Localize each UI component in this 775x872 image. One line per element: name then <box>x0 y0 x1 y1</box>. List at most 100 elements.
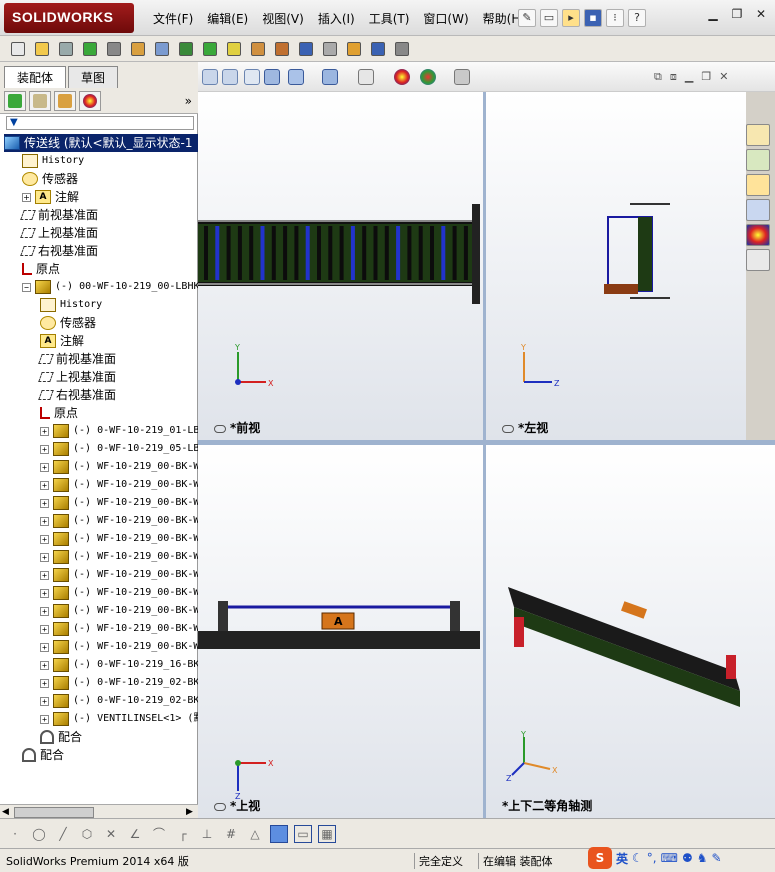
ime-language[interactable]: 英 <box>616 850 628 867</box>
save-icon[interactable]: ▪ <box>584 9 602 27</box>
expand-toggle-icon[interactable]: + <box>40 480 49 490</box>
viewport-minimize-icon[interactable]: ▁ <box>685 70 693 84</box>
tree-item[interactable]: History <box>40 296 102 314</box>
angle-icon[interactable]: ∠ <box>126 825 144 843</box>
viewport-top[interactable]: A Z X *上视 <box>198 445 483 818</box>
grid-icon[interactable]: # <box>222 825 240 843</box>
view-cube-icon[interactable] <box>270 824 288 843</box>
view-settings-icon[interactable] <box>454 69 470 85</box>
previous-view-icon[interactable] <box>244 69 260 85</box>
expand-toggle-icon[interactable]: + <box>40 660 49 670</box>
tree-item[interactable]: + (-) VENTILINSEL<1> (默 <box>40 710 198 728</box>
expand-toggle-icon[interactable]: + <box>40 678 49 688</box>
polygon-icon[interactable]: ⬡ <box>78 825 96 843</box>
viewport-split-icon[interactable]: ⧉ <box>654 70 662 84</box>
menu-item[interactable]: 文件(F) <box>146 8 200 28</box>
scroll-right-icon[interactable]: ▶ <box>186 807 193 817</box>
expand-toggle-icon[interactable]: + <box>40 696 49 706</box>
expand-toggle-icon[interactable]: + <box>40 588 49 598</box>
tree-item[interactable]: + (-) 0-WF-10-219_01-LBK <box>40 422 198 440</box>
tree-item[interactable]: 前视基准面 <box>20 206 98 224</box>
view-orientation-icon[interactable] <box>288 69 304 85</box>
apply-scene-icon[interactable] <box>420 69 436 85</box>
close-icon[interactable]: ✕ <box>752 6 770 22</box>
corner-icon[interactable]: ┌ <box>174 825 192 843</box>
tree-item[interactable]: + (-) WF-10-219_00-BK-WT <box>40 494 198 512</box>
property-manager-icon[interactable] <box>29 90 51 111</box>
trim-icon[interactable]: ✕ <box>102 825 120 843</box>
tree-item[interactable]: 配合 <box>40 728 82 746</box>
tree-item[interactable]: 配合 <box>22 746 64 764</box>
interference-icon[interactable] <box>272 39 292 59</box>
show-hidden-icon[interactable] <box>176 39 196 59</box>
feature-manager-icon[interactable] <box>4 90 26 111</box>
reference-geometry-icon[interactable] <box>224 39 244 59</box>
tree-item[interactable]: + (-) 0-WF-10-219_16-BK- <box>40 656 198 674</box>
triangle-icon[interactable]: △ <box>246 825 264 843</box>
expand-toggle-icon[interactable]: + <box>40 462 49 472</box>
attach-icon[interactable] <box>56 39 76 59</box>
tree-item[interactable]: + (-) WF-10-219_00-BK-WT <box>40 548 198 566</box>
tree-item[interactable]: + (-) 0-WF-10-219_02-BK- <box>40 692 198 710</box>
tree-item[interactable]: + (-) WF-10-219_00-BK-WT <box>40 584 198 602</box>
tree-item[interactable]: 上视基准面 <box>38 368 116 386</box>
ime-punct-icon[interactable]: °, <box>647 851 657 865</box>
ime-moon-icon[interactable]: ☾ <box>632 851 643 865</box>
dimension-icon[interactable]: ⊥ <box>198 825 216 843</box>
table-layout-icon[interactable]: ▦ <box>318 824 336 843</box>
explode-line-icon[interactable] <box>320 39 340 59</box>
home-icon[interactable] <box>746 124 770 146</box>
move-component-icon[interactable] <box>152 39 172 59</box>
tree-item[interactable]: 右视基准面 <box>20 242 98 260</box>
expand-toggle-icon[interactable]: + <box>40 714 49 724</box>
tree-item[interactable]: + A 注解 <box>22 188 79 206</box>
new-part-icon[interactable] <box>8 39 28 59</box>
ime-tools-icon[interactable]: ✎ <box>711 851 721 865</box>
mate-icon[interactable] <box>104 39 124 59</box>
tree-item[interactable]: 原点 <box>22 260 60 278</box>
smart-fasteners-icon[interactable] <box>128 39 148 59</box>
tree-item[interactable]: + (-) WF-10-219_00-BK-WT <box>40 620 198 638</box>
window-layout-icon[interactable]: ▭ <box>294 824 312 843</box>
tab-sketch[interactable]: 草图 <box>68 66 119 88</box>
fillet-icon[interactable]: ⌒ <box>150 825 168 843</box>
viewport-front[interactable]: Y X *前视 <box>198 92 483 440</box>
viewport-close-icon[interactable]: ✕ <box>719 70 728 84</box>
menu-item[interactable]: 插入(I) <box>311 8 362 28</box>
scroll-thumb[interactable] <box>14 807 94 818</box>
file-explorer-icon[interactable] <box>746 174 770 196</box>
tree-item[interactable]: 右视基准面 <box>38 386 116 404</box>
tab-assembly[interactable]: 装配体 <box>4 66 67 88</box>
menu-item[interactable]: 窗口(W) <box>416 8 475 28</box>
tree-item[interactable]: History <box>22 152 84 170</box>
tree-item[interactable]: 上视基准面 <box>20 224 98 242</box>
tree-item[interactable]: 原点 <box>40 404 78 422</box>
viewport-restore-icon[interactable]: ❐ <box>701 70 711 84</box>
tree-item[interactable]: 传感器 <box>40 314 96 332</box>
exploded-view-icon[interactable] <box>248 39 268 59</box>
viewport-link-icon[interactable]: ⧈ <box>670 70 677 84</box>
insert-components-icon[interactable] <box>80 39 100 59</box>
display-manager-icon[interactable] <box>79 90 101 111</box>
custom-properties-icon[interactable] <box>746 249 770 271</box>
expand-toggle-icon[interactable]: − <box>22 282 31 292</box>
make-assembly-icon[interactable] <box>32 39 52 59</box>
new-document-icon[interactable]: ▭ <box>540 9 558 27</box>
tree-filter-icon[interactable]: ▼ <box>6 116 194 130</box>
speedpak-icon[interactable] <box>392 39 412 59</box>
appearances-icon[interactable] <box>746 224 770 246</box>
circle-icon[interactable]: ◯ <box>30 825 48 843</box>
menu-item[interactable]: 工具(T) <box>362 8 417 28</box>
zoom-to-fit-icon[interactable] <box>202 69 218 85</box>
expand-arrow-icon[interactable]: » <box>185 94 192 108</box>
menu-item[interactable]: 视图(V) <box>255 8 311 28</box>
tree-item[interactable]: − (-) 00-WF-10-219_00-LBHK-1 <box>22 278 198 296</box>
ime-shirt-icon[interactable]: ♞ <box>697 851 708 865</box>
tree-item[interactable]: A 注解 <box>40 332 84 350</box>
sogou-logo-icon[interactable]: S <box>588 847 612 869</box>
instant-3d-icon[interactable] <box>296 39 316 59</box>
display-style-icon[interactable] <box>322 69 338 85</box>
options-icon[interactable]: ⁝ <box>606 9 624 27</box>
design-library-icon[interactable] <box>746 149 770 171</box>
minimize-icon[interactable]: ▁ <box>704 6 722 22</box>
